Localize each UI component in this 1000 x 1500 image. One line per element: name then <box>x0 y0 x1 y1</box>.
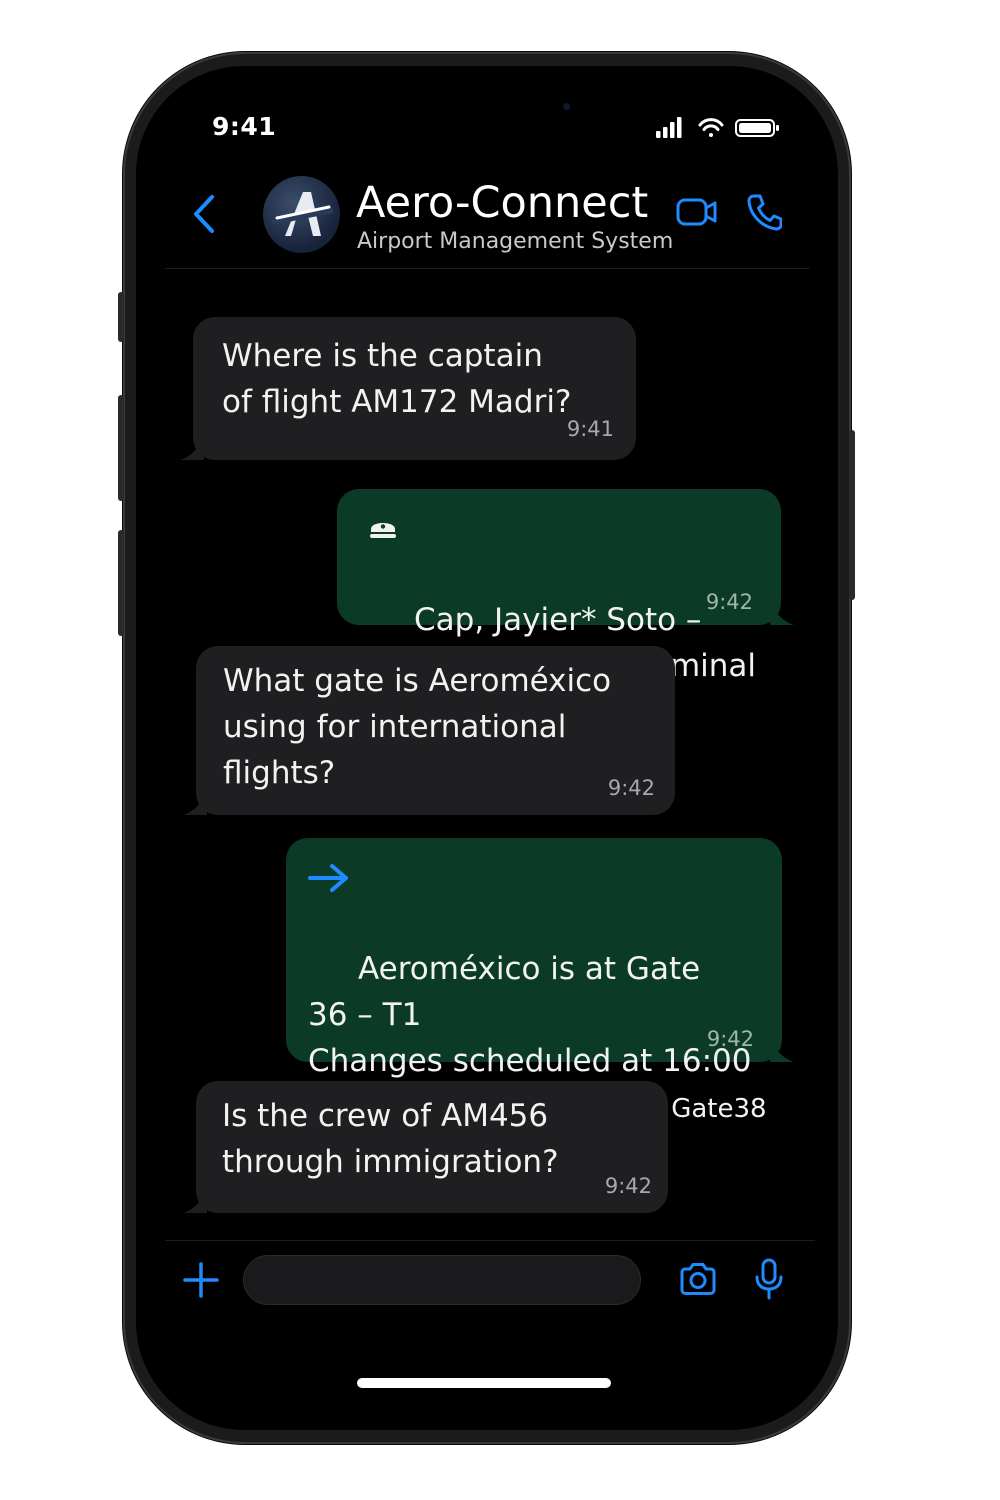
microphone-icon[interactable] <box>754 1258 784 1300</box>
avatar[interactable] <box>263 176 340 253</box>
message-timestamp: 9:42 <box>604 1174 652 1198</box>
message-text: Is the crew of AM456 through immigration… <box>222 1098 559 1180</box>
side-button-volume-up <box>118 395 124 501</box>
message-bubble-incoming[interactable]: What gate is Aeroméxico using for intern… <box>196 646 675 815</box>
chat-title: Aero-Connect <box>356 178 649 228</box>
phone-call-icon[interactable] <box>746 193 782 231</box>
message-bubble-outgoing[interactable]: Cap, Jayier* Soto – Break Room B2, Termi… <box>337 489 781 730</box>
cellular-signal-icon <box>656 117 682 138</box>
home-indicator[interactable] <box>357 1378 611 1388</box>
back-chevron-icon[interactable] <box>188 192 220 236</box>
message-text: Where is the captain of flight AM172 Mad… <box>222 338 572 420</box>
front-camera <box>563 103 570 110</box>
plus-icon[interactable] <box>183 1262 219 1298</box>
bubble-tail-outgoing <box>770 1042 794 1062</box>
message-input[interactable] <box>243 1255 641 1305</box>
message-timestamp: 9:41 <box>566 417 614 441</box>
status-icons <box>656 117 779 138</box>
message-bubble-incoming[interactable]: Is the crew of AM456 through immigration… <box>196 1081 668 1213</box>
message-timestamp: 9:42 <box>705 590 753 614</box>
status-time: 9:41 <box>212 112 277 141</box>
bubble-tail-outgoing <box>770 605 794 625</box>
bubble-tail-incoming <box>183 1193 207 1213</box>
message-bubble-outgoing[interactable]: Aeroméxico is at Gate 36 – T1 Changes sc… <box>286 838 782 1125</box>
message-timestamp: 9:42 <box>706 1027 754 1051</box>
camera-icon[interactable] <box>678 1262 718 1296</box>
captain-hat-icon <box>370 523 396 538</box>
wifi-icon <box>698 118 724 137</box>
composer-divider <box>165 1240 815 1241</box>
bubble-tail-incoming <box>183 795 207 815</box>
message-bubble-incoming[interactable]: Where is the captain of flight AM172 Mad… <box>193 317 636 460</box>
arrow-right-icon <box>308 864 348 892</box>
chat-subtitle: Airport Management System <box>357 229 674 254</box>
message-text-gate: Gate38 <box>671 1094 767 1124</box>
message-text: What gate is Aeroméxico using for intern… <box>223 663 612 791</box>
bubble-tail-incoming <box>180 440 204 460</box>
aero-logo-icon <box>271 192 333 236</box>
side-button-volume-down <box>118 530 124 636</box>
battery-icon <box>735 119 779 137</box>
side-button-action <box>118 292 124 342</box>
video-call-icon[interactable] <box>676 195 718 229</box>
message-timestamp: 9:42 <box>607 776 655 800</box>
header-divider <box>165 268 810 269</box>
side-button-power <box>849 430 855 600</box>
